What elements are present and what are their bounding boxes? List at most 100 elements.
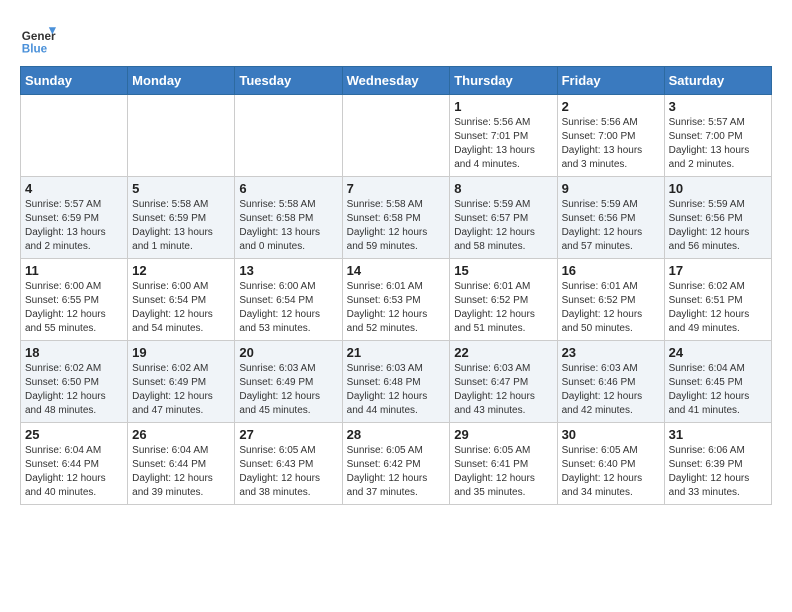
calendar-cell: 29 Sunrise: 6:05 AM Sunset: 6:41 PM Dayli… xyxy=(450,423,557,505)
calendar-cell: 26Sunrise: 6:04 AM Sunset: 6:44 PM Dayli… xyxy=(128,423,235,505)
day-number: 13 xyxy=(239,263,337,278)
day-info: Sunrise: 6:05 AM Sunset: 6:41 PM Dayligh… xyxy=(454,444,552,500)
week-row-2: 4 Sunrise: 5:57 AM Sunset: 6:59 PM Daylig… xyxy=(21,177,772,259)
day-number: 9 xyxy=(562,181,660,196)
header: General Blue xyxy=(20,20,772,56)
day-info: Sunrise: 6:03 AM Sunset: 6:46 PM Dayligh… xyxy=(562,362,660,418)
day-number: 2 xyxy=(562,99,660,114)
calendar-cell: 14 Sunrise: 6:01 AM Sunset: 6:53 PM Dayli… xyxy=(342,259,450,341)
day-info: Sunrise: 6:00 AM Sunset: 6:55 PM Dayligh… xyxy=(25,280,123,336)
week-row-1: 1 Sunrise: 5:56 AM Sunset: 7:01 PM Daylig… xyxy=(21,95,772,177)
calendar-cell: 7Sunrise: 5:58 AM Sunset: 6:58 PM Daylig… xyxy=(342,177,450,259)
day-number: 11 xyxy=(25,263,123,278)
day-info: Sunrise: 5:59 AM Sunset: 6:56 PM Dayligh… xyxy=(562,198,660,254)
calendar-cell: 5 Sunrise: 5:58 AM Sunset: 6:59 PM Daylig… xyxy=(128,177,235,259)
day-number: 24 xyxy=(669,345,767,360)
calendar-cell: 13 Sunrise: 6:00 AM Sunset: 6:54 PM Dayli… xyxy=(235,259,342,341)
logo: General Blue xyxy=(20,20,60,56)
weekday-header-monday: Monday xyxy=(128,67,235,95)
calendar-cell: 15 Sunrise: 6:01 AM Sunset: 6:52 PM Dayli… xyxy=(450,259,557,341)
calendar-cell: 18 Sunrise: 6:02 AM Sunset: 6:50 PM Dayli… xyxy=(21,341,128,423)
day-number: 20 xyxy=(239,345,337,360)
day-number: 17 xyxy=(669,263,767,278)
weekday-header-tuesday: Tuesday xyxy=(235,67,342,95)
day-info: Sunrise: 6:02 AM Sunset: 6:50 PM Dayligh… xyxy=(25,362,123,418)
day-info: Sunrise: 6:01 AM Sunset: 6:52 PM Dayligh… xyxy=(454,280,552,336)
calendar-cell: 21Sunrise: 6:03 AM Sunset: 6:48 PM Dayli… xyxy=(342,341,450,423)
day-number: 30 xyxy=(562,427,660,442)
calendar-cell xyxy=(235,95,342,177)
day-info: Sunrise: 6:04 AM Sunset: 6:44 PM Dayligh… xyxy=(25,444,123,500)
calendar-cell: 11 Sunrise: 6:00 AM Sunset: 6:55 PM Dayli… xyxy=(21,259,128,341)
weekday-header-row: SundayMondayTuesdayWednesdayThursdayFrid… xyxy=(21,67,772,95)
day-number: 1 xyxy=(454,99,552,114)
calendar-cell: 19 Sunrise: 6:02 AM Sunset: 6:49 PM Dayli… xyxy=(128,341,235,423)
day-info: Sunrise: 6:00 AM Sunset: 6:54 PM Dayligh… xyxy=(132,280,230,336)
logo-icon: General Blue xyxy=(20,20,56,56)
day-info: Sunrise: 5:58 AM Sunset: 6:58 PM Dayligh… xyxy=(239,198,337,254)
day-info: Sunrise: 6:00 AM Sunset: 6:54 PM Dayligh… xyxy=(239,280,337,336)
day-number: 10 xyxy=(669,181,767,196)
day-number: 27 xyxy=(239,427,337,442)
day-info: Sunrise: 6:06 AM Sunset: 6:39 PM Dayligh… xyxy=(669,444,767,500)
calendar-cell xyxy=(21,95,128,177)
calendar-cell: 25Sunrise: 6:04 AM Sunset: 6:44 PM Dayli… xyxy=(21,423,128,505)
calendar: SundayMondayTuesdayWednesdayThursdayFrid… xyxy=(20,66,772,505)
calendar-cell: 27 Sunrise: 6:05 AM Sunset: 6:43 PM Dayli… xyxy=(235,423,342,505)
weekday-header-sunday: Sunday xyxy=(21,67,128,95)
day-info: Sunrise: 6:05 AM Sunset: 6:42 PM Dayligh… xyxy=(347,444,446,500)
calendar-cell: 23 Sunrise: 6:03 AM Sunset: 6:46 PM Dayli… xyxy=(557,341,664,423)
day-number: 5 xyxy=(132,181,230,196)
calendar-cell: 3 Sunrise: 5:57 AM Sunset: 7:00 PM Daylig… xyxy=(664,95,771,177)
day-number: 19 xyxy=(132,345,230,360)
day-info: Sunrise: 6:02 AM Sunset: 6:51 PM Dayligh… xyxy=(669,280,767,336)
calendar-cell xyxy=(128,95,235,177)
day-number: 31 xyxy=(669,427,767,442)
calendar-cell: 24Sunrise: 6:04 AM Sunset: 6:45 PM Dayli… xyxy=(664,341,771,423)
day-info: Sunrise: 5:56 AM Sunset: 7:01 PM Dayligh… xyxy=(454,116,552,172)
day-number: 28 xyxy=(347,427,446,442)
day-info: Sunrise: 5:58 AM Sunset: 6:58 PM Dayligh… xyxy=(347,198,446,254)
day-info: Sunrise: 5:59 AM Sunset: 6:57 PM Dayligh… xyxy=(454,198,552,254)
calendar-cell: 4 Sunrise: 5:57 AM Sunset: 6:59 PM Daylig… xyxy=(21,177,128,259)
day-info: Sunrise: 6:03 AM Sunset: 6:49 PM Dayligh… xyxy=(239,362,337,418)
calendar-cell: 28 Sunrise: 6:05 AM Sunset: 6:42 PM Dayli… xyxy=(342,423,450,505)
day-number: 8 xyxy=(454,181,552,196)
calendar-cell: 17 Sunrise: 6:02 AM Sunset: 6:51 PM Dayli… xyxy=(664,259,771,341)
day-number: 12 xyxy=(132,263,230,278)
day-info: Sunrise: 6:05 AM Sunset: 6:43 PM Dayligh… xyxy=(239,444,337,500)
day-number: 6 xyxy=(239,181,337,196)
calendar-cell: 6 Sunrise: 5:58 AM Sunset: 6:58 PM Daylig… xyxy=(235,177,342,259)
week-row-4: 18 Sunrise: 6:02 AM Sunset: 6:50 PM Dayli… xyxy=(21,341,772,423)
day-number: 16 xyxy=(562,263,660,278)
day-info: Sunrise: 5:57 AM Sunset: 6:59 PM Dayligh… xyxy=(25,198,123,254)
svg-text:General: General xyxy=(22,30,56,43)
day-number: 18 xyxy=(25,345,123,360)
calendar-cell: 10Sunrise: 5:59 AM Sunset: 6:56 PM Dayli… xyxy=(664,177,771,259)
calendar-cell: 20 Sunrise: 6:03 AM Sunset: 6:49 PM Dayli… xyxy=(235,341,342,423)
weekday-header-thursday: Thursday xyxy=(450,67,557,95)
day-info: Sunrise: 6:02 AM Sunset: 6:49 PM Dayligh… xyxy=(132,362,230,418)
calendar-cell: 1 Sunrise: 5:56 AM Sunset: 7:01 PM Daylig… xyxy=(450,95,557,177)
day-info: Sunrise: 6:04 AM Sunset: 6:44 PM Dayligh… xyxy=(132,444,230,500)
weekday-header-friday: Friday xyxy=(557,67,664,95)
day-number: 4 xyxy=(25,181,123,196)
day-info: Sunrise: 6:01 AM Sunset: 6:53 PM Dayligh… xyxy=(347,280,446,336)
day-number: 15 xyxy=(454,263,552,278)
day-info: Sunrise: 6:03 AM Sunset: 6:47 PM Dayligh… xyxy=(454,362,552,418)
day-number: 14 xyxy=(347,263,446,278)
day-info: Sunrise: 5:57 AM Sunset: 7:00 PM Dayligh… xyxy=(669,116,767,172)
day-number: 23 xyxy=(562,345,660,360)
calendar-cell: 2 Sunrise: 5:56 AM Sunset: 7:00 PM Daylig… xyxy=(557,95,664,177)
calendar-cell: 30Sunrise: 6:05 AM Sunset: 6:40 PM Dayli… xyxy=(557,423,664,505)
calendar-cell: 8 Sunrise: 5:59 AM Sunset: 6:57 PM Daylig… xyxy=(450,177,557,259)
calendar-cell: 31 Sunrise: 6:06 AM Sunset: 6:39 PM Dayli… xyxy=(664,423,771,505)
day-info: Sunrise: 5:58 AM Sunset: 6:59 PM Dayligh… xyxy=(132,198,230,254)
day-info: Sunrise: 5:56 AM Sunset: 7:00 PM Dayligh… xyxy=(562,116,660,172)
day-number: 29 xyxy=(454,427,552,442)
weekday-header-wednesday: Wednesday xyxy=(342,67,450,95)
calendar-cell: 22Sunrise: 6:03 AM Sunset: 6:47 PM Dayli… xyxy=(450,341,557,423)
day-number: 3 xyxy=(669,99,767,114)
weekday-header-saturday: Saturday xyxy=(664,67,771,95)
calendar-cell: 12 Sunrise: 6:00 AM Sunset: 6:54 PM Dayli… xyxy=(128,259,235,341)
